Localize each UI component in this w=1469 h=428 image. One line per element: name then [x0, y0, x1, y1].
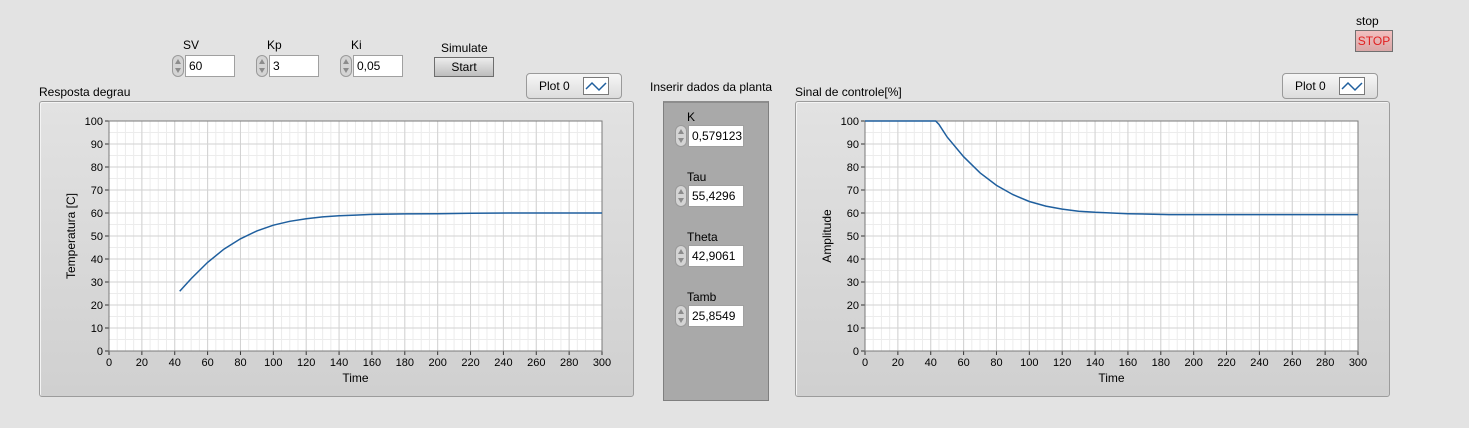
x-tick-label: 120: [1053, 357, 1071, 369]
y-tick-label: 90: [847, 139, 859, 151]
y-tick-label: 50: [847, 231, 859, 243]
x-tick-label: 220: [1217, 357, 1235, 369]
y-tick-label: 20: [847, 300, 859, 312]
x-tick-label: 0: [862, 357, 868, 369]
x-tick-label: 300: [1349, 357, 1367, 369]
x-tick-label: 200: [1184, 357, 1202, 369]
x-tick-label: 240: [1250, 357, 1268, 369]
y-tick-label: 60: [847, 208, 859, 220]
x-axis-label: Time: [1098, 371, 1125, 385]
y-tick-label: 0: [853, 346, 859, 358]
x-tick-label: 20: [892, 357, 904, 369]
y-tick-label: 80: [847, 162, 859, 174]
y-tick-label: 30: [847, 277, 859, 289]
x-tick-label: 180: [1152, 357, 1170, 369]
y-tick-label: 70: [847, 185, 859, 197]
y-tick-label: 100: [841, 116, 859, 128]
x-tick-label: 280: [1316, 357, 1334, 369]
x-tick-label: 40: [925, 357, 937, 369]
x-tick-label: 100: [1020, 357, 1038, 369]
control-signal-chart[interactable]: 0 20 40 60 80 100 120 140 160 180 200 220 240 260 280 3…: [0, 0, 1469, 428]
y-axis-label: Amplitude: [820, 209, 834, 263]
x-tick-label: 160: [1119, 357, 1137, 369]
y-tick-label: 10: [847, 323, 859, 335]
y-tick-label: 40: [847, 254, 859, 266]
x-tick-label: 140: [1086, 357, 1104, 369]
x-tick-label: 260: [1283, 357, 1301, 369]
x-tick-label: 60: [957, 357, 969, 369]
x-tick-label: 80: [990, 357, 1002, 369]
